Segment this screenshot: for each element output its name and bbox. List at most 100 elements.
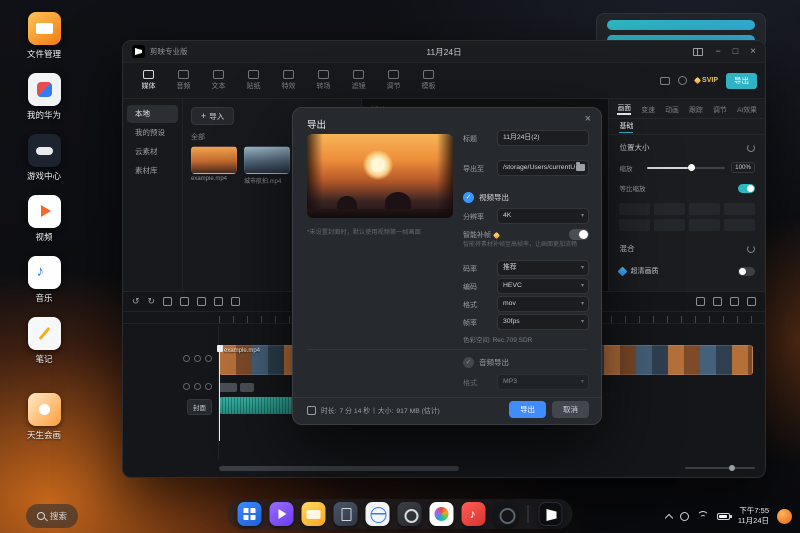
media-clip[interactable]: example.mp4 xyxy=(191,146,237,185)
browser-dock-icon[interactable] xyxy=(366,502,390,526)
music-app-dock-icon[interactable] xyxy=(462,502,486,526)
split-icon[interactable] xyxy=(163,297,172,306)
adjust-cell[interactable] xyxy=(619,203,650,215)
audio-format-dropdown[interactable]: MP3 xyxy=(497,374,589,390)
inspector-tab-speed[interactable]: 变速 xyxy=(641,104,655,114)
cover-button[interactable]: 封面 xyxy=(187,399,212,415)
timeline-overlay-clip[interactable] xyxy=(219,383,237,392)
user-icon[interactable] xyxy=(678,76,687,85)
clock[interactable]: 下午7:55 11月24日 xyxy=(738,506,769,526)
camera-dock-icon[interactable] xyxy=(494,502,518,526)
launcher-icon[interactable] xyxy=(238,502,262,526)
preview-axis-icon[interactable] xyxy=(713,297,722,306)
desktop-icon-paint[interactable]: 天生会画 xyxy=(18,393,70,441)
desktop-icon-my-huawei[interactable]: 我的华为 xyxy=(18,73,70,121)
media-nav-library[interactable]: 素材库 xyxy=(127,162,178,180)
inspector-tab-picture[interactable]: 画面 xyxy=(617,102,631,115)
cloud-icon[interactable] xyxy=(660,77,670,85)
reset-icon[interactable] xyxy=(747,144,755,152)
capcut-dock-icon[interactable] xyxy=(539,502,563,526)
maximize-button[interactable] xyxy=(733,47,738,56)
timeline-zoom-slider[interactable] xyxy=(685,467,755,469)
zoom-icon[interactable] xyxy=(747,297,756,306)
codec-dropdown[interactable]: HEVC xyxy=(497,278,589,294)
inspector-tab-animation[interactable]: 动画 xyxy=(665,104,679,114)
user-avatar[interactable] xyxy=(777,509,792,524)
inspector-subtab-basic[interactable]: 基础 xyxy=(619,121,633,133)
delete-icon[interactable] xyxy=(180,297,189,306)
tab-media[interactable]: 媒体 xyxy=(131,70,166,91)
desktop-icon-notes[interactable]: 笔记 xyxy=(18,317,70,365)
folder-icon[interactable] xyxy=(576,164,585,171)
scale-value[interactable]: 100% xyxy=(731,162,755,173)
hide-icon[interactable] xyxy=(194,383,201,390)
audio-export-check-icon[interactable] xyxy=(463,357,474,368)
media-nav-presets[interactable]: 我的预设 xyxy=(127,124,178,142)
adjust-cell[interactable] xyxy=(724,203,755,215)
battery-icon[interactable] xyxy=(717,513,730,520)
mute-icon[interactable] xyxy=(205,383,212,390)
files-app-dock-icon[interactable] xyxy=(302,502,326,526)
titlebar[interactable]: 剪映专业版 11月24日 xyxy=(123,41,765,63)
playhead[interactable] xyxy=(219,347,220,441)
recycle-bin-icon[interactable] xyxy=(334,502,358,526)
desktop-icon-music[interactable]: 音乐 xyxy=(18,256,70,304)
video-export-check-icon[interactable] xyxy=(463,192,474,203)
close-button[interactable] xyxy=(750,47,756,57)
desktop-icon-files[interactable]: 文件管理 xyxy=(18,12,70,60)
scale-slider[interactable] xyxy=(647,167,725,169)
tab-sticker[interactable]: 贴纸 xyxy=(236,70,271,91)
minimize-button[interactable] xyxy=(715,47,720,56)
freeze-icon[interactable] xyxy=(197,297,206,306)
quality-toggle[interactable] xyxy=(738,267,755,276)
adjust-cell[interactable] xyxy=(689,203,720,215)
uniform-scale-toggle[interactable] xyxy=(738,184,755,193)
tab-templates[interactable]: 模板 xyxy=(411,70,446,91)
export-cover-preview[interactable] xyxy=(307,134,453,218)
resolution-dropdown[interactable]: 4K xyxy=(497,208,589,224)
media-clip[interactable]: 城市航拍.mp4 xyxy=(244,146,290,185)
media-nav-local[interactable]: 本地 xyxy=(127,105,178,123)
tab-adjust[interactable]: 调节 xyxy=(376,70,411,91)
import-button[interactable]: 导入 xyxy=(191,107,234,125)
title-input[interactable]: 11月24日(2) xyxy=(497,130,589,146)
export-button[interactable]: 导出 xyxy=(726,73,757,89)
hide-icon[interactable] xyxy=(194,355,201,362)
crop-icon[interactable] xyxy=(231,297,240,306)
tab-transitions[interactable]: 转场 xyxy=(306,70,341,91)
close-icon[interactable] xyxy=(585,113,591,125)
wifi-icon[interactable] xyxy=(697,511,709,521)
video-app-dock-icon[interactable] xyxy=(270,502,294,526)
export-confirm-button[interactable]: 导出 xyxy=(509,401,546,418)
screen-record-icon[interactable] xyxy=(680,512,689,521)
timeline-overlay-clip[interactable] xyxy=(240,383,254,392)
desktop-icon-game-center[interactable]: 游戏中心 xyxy=(18,134,70,182)
lock-icon[interactable] xyxy=(183,355,190,362)
settings-dock-icon[interactable] xyxy=(398,502,422,526)
format-dropdown[interactable]: mov xyxy=(497,296,589,312)
snap-icon[interactable] xyxy=(696,297,705,306)
adjust-cell[interactable] xyxy=(654,219,685,231)
floating-window-button[interactable] xyxy=(607,20,755,30)
desktop-icon-video[interactable]: 视频 xyxy=(18,195,70,243)
fps-dropdown[interactable]: 30fps xyxy=(497,314,589,330)
fit-timeline-icon[interactable] xyxy=(730,297,739,306)
timeline-scrollbar[interactable] xyxy=(219,466,459,471)
adjust-cell[interactable] xyxy=(689,219,720,231)
inspector-tab-ai[interactable]: AI效果 xyxy=(737,104,757,114)
tab-effects[interactable]: 特效 xyxy=(271,70,306,91)
reset-icon[interactable] xyxy=(747,245,755,253)
inspector-tab-adjust[interactable]: 调节 xyxy=(713,104,727,114)
vip-badge[interactable]: SVIP xyxy=(695,77,718,84)
mirror-icon[interactable] xyxy=(214,297,223,306)
smart-fps-toggle[interactable] xyxy=(569,229,589,240)
cancel-button[interactable]: 取消 xyxy=(552,401,589,418)
tab-filters[interactable]: 滤镜 xyxy=(341,70,376,91)
redo-icon[interactable] xyxy=(148,297,156,306)
adjust-cell[interactable] xyxy=(619,219,650,231)
taskbar-search[interactable]: 搜索 xyxy=(26,504,78,528)
chevron-up-icon[interactable] xyxy=(665,513,673,521)
app-gallery-dock-icon[interactable] xyxy=(430,502,454,526)
bitrate-dropdown[interactable]: 推荐 xyxy=(497,260,589,276)
adjust-cell[interactable] xyxy=(654,203,685,215)
